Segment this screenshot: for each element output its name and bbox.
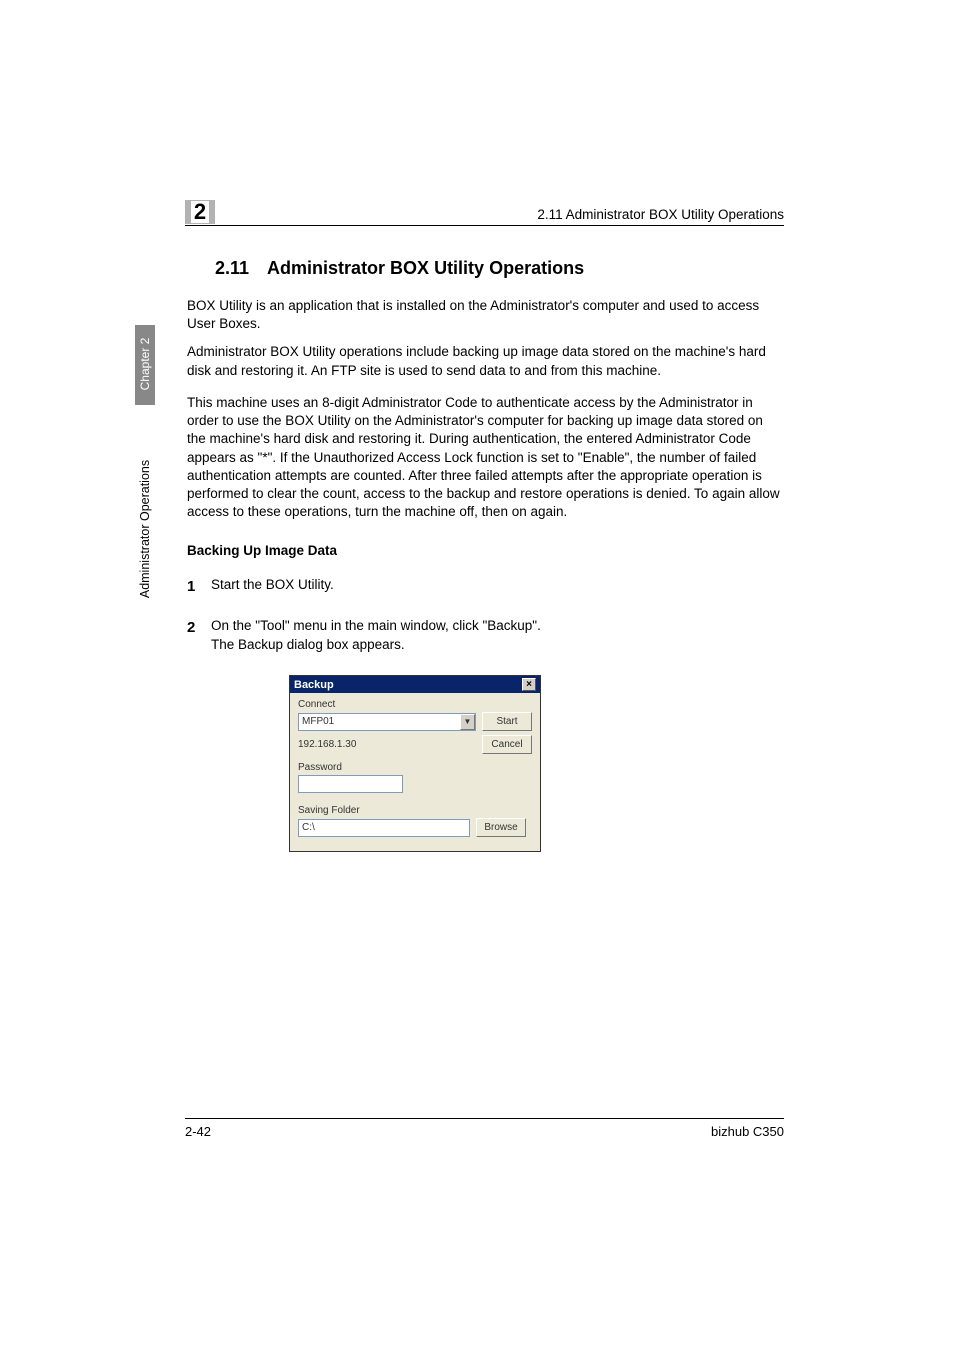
connect-select[interactable]: MFP01 ▼ xyxy=(298,713,476,731)
step-text-2b: The Backup dialog box appears. xyxy=(211,636,784,655)
section-title-text: Administrator BOX Utility Operations xyxy=(267,258,584,278)
section-heading: 2.11 Administrator BOX Utility Operations xyxy=(215,258,784,279)
footer-rule xyxy=(185,1118,784,1119)
step-2: 2 On the "Tool" menu in the main window,… xyxy=(187,617,784,655)
connect-label: Connect xyxy=(298,699,532,710)
paragraph-1: BOX Utility is an application that is in… xyxy=(187,297,784,333)
password-label: Password xyxy=(298,762,532,773)
cancel-button[interactable]: Cancel xyxy=(482,735,532,754)
chevron-down-icon[interactable]: ▼ xyxy=(460,714,475,730)
paragraph-2: Administrator BOX Utility operations inc… xyxy=(187,343,784,379)
password-input[interactable] xyxy=(298,775,403,793)
saving-folder-label: Saving Folder xyxy=(298,805,532,816)
paragraph-3: This machine uses an 8-digit Administrat… xyxy=(187,394,784,522)
start-button[interactable]: Start xyxy=(482,712,532,731)
dialog-title-text: Backup xyxy=(294,679,334,691)
saving-folder-input[interactable]: C:\ xyxy=(298,819,470,837)
step-text-2a: On the "Tool" menu in the main window, c… xyxy=(211,617,784,636)
step-number-1: 1 xyxy=(187,576,211,597)
chapter-number: 2 xyxy=(191,201,209,223)
step-1: 1 Start the BOX Utility. xyxy=(187,576,784,597)
subheading: Backing Up Image Data xyxy=(187,543,784,558)
browse-button[interactable]: Browse xyxy=(476,818,526,837)
step-text-1: Start the BOX Utility. xyxy=(211,576,784,595)
side-tab-chapter: Chapter 2 xyxy=(135,325,155,405)
side-tab-chapter-label: Chapter 2 xyxy=(138,332,152,396)
page-number: 2-42 xyxy=(185,1124,211,1139)
product-name: bizhub C350 xyxy=(711,1124,784,1139)
backup-dialog: Backup × Connect MFP01 ▼ Start 192.168.1… xyxy=(289,675,541,852)
ip-text: 192.168.1.30 xyxy=(298,739,356,750)
dialog-titlebar: Backup × xyxy=(290,676,540,693)
section-number: 2.11 xyxy=(215,258,249,279)
side-tab-section: Administrator Operations xyxy=(135,440,155,620)
connect-value: MFP01 xyxy=(302,716,334,727)
chapter-badge: 2 xyxy=(185,200,215,224)
close-icon[interactable]: × xyxy=(522,678,536,691)
header-rule xyxy=(185,225,784,226)
step-number-2: 2 xyxy=(187,617,211,638)
running-head: 2.11 Administrator BOX Utility Operation… xyxy=(537,207,784,222)
side-tab-section-label: Administrator Operations xyxy=(138,449,152,609)
